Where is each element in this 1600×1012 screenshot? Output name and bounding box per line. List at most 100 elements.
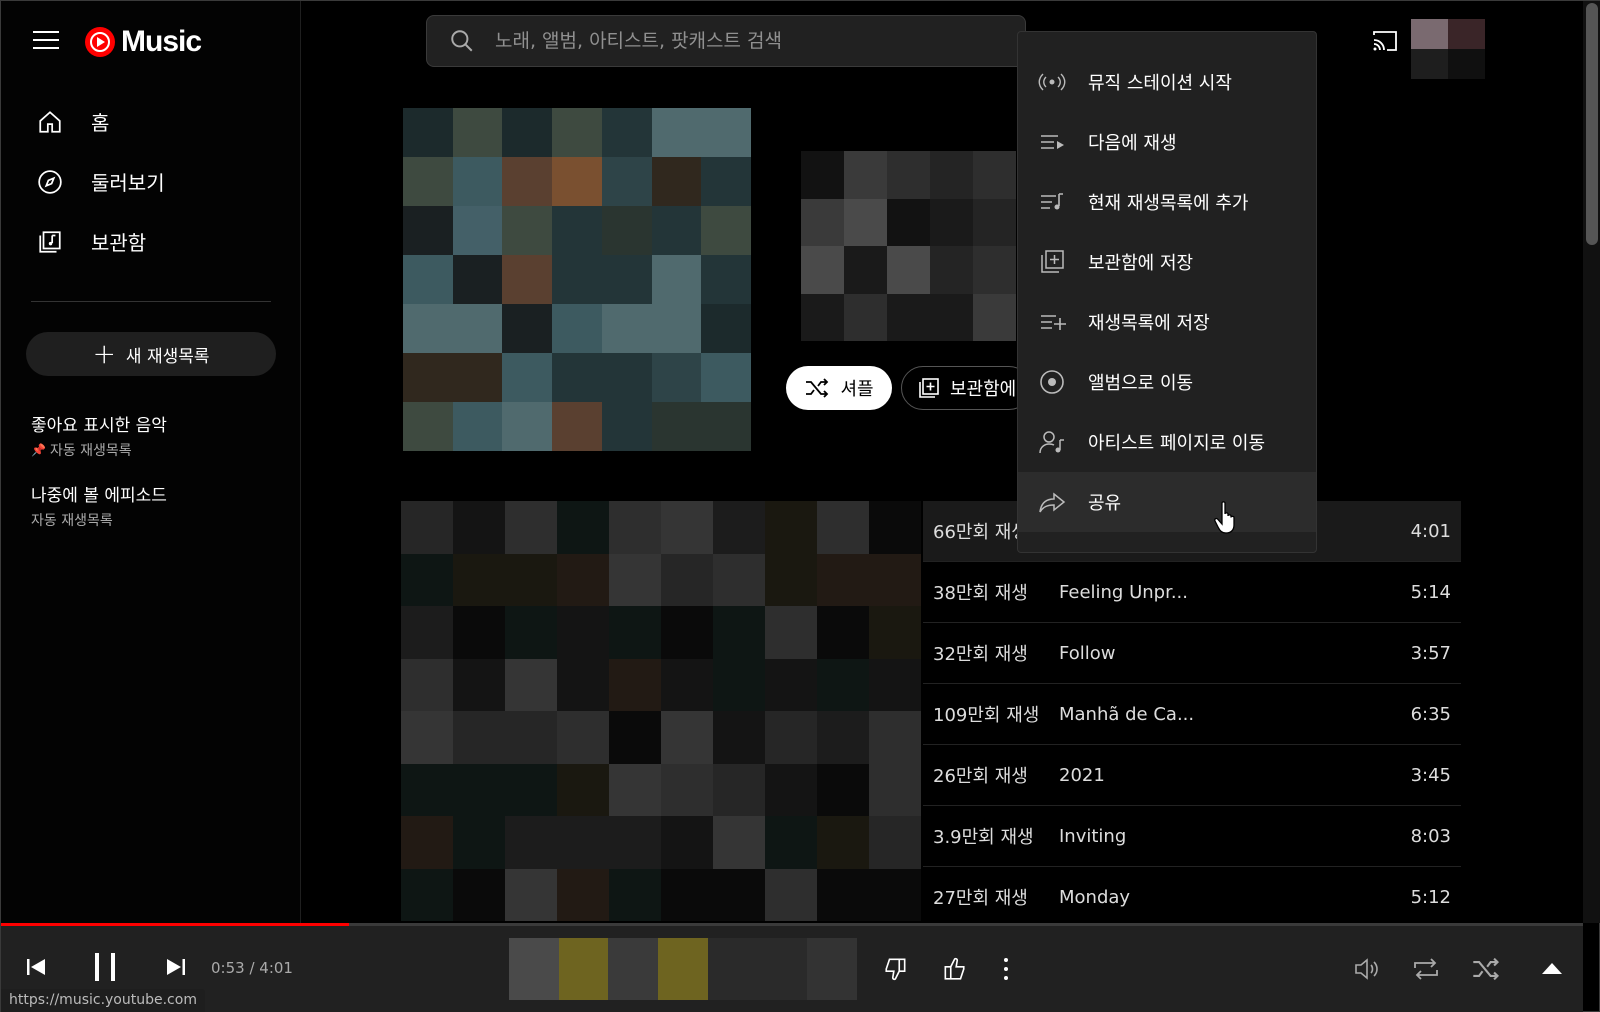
menu-item-add-to-queue[interactable]: 현재 재생목록에 추가	[1018, 172, 1316, 232]
library-add-icon	[919, 378, 939, 398]
progress-fill	[1, 923, 350, 926]
previous-track-icon[interactable]	[25, 957, 47, 977]
menu-item-label: 뮤직 스테이션 시작	[1088, 73, 1232, 94]
sidebar-item-label: 보관함	[91, 231, 147, 255]
menu-item-playlist-add[interactable]: 재생목록에 저장	[1018, 292, 1316, 352]
playlist-subtitle: 자동 재생목록	[49, 443, 132, 459]
track-row[interactable]: 26만회 재생 2021 3:45	[923, 745, 1461, 806]
volume-icon[interactable]	[1353, 956, 1381, 982]
app-window: Music 홈 둘러보기 보관함 + 새 재생목록 좋아요 표시한 음악 📌 자동…	[0, 0, 1600, 1012]
plus-icon: +	[92, 337, 116, 370]
thumbs-up-icon[interactable]	[941, 956, 967, 982]
add-to-queue-icon	[1041, 193, 1063, 210]
save-label: 보관함에	[950, 379, 1017, 400]
play-next-icon	[1041, 135, 1064, 149]
playlist-subtitle: 자동 재생목록	[31, 513, 113, 529]
compass-icon	[38, 169, 62, 194]
track-plays: 27만회 재생	[933, 888, 1028, 909]
track-plays: 109만회 재생	[933, 705, 1040, 726]
album-header-blurred	[801, 151, 1016, 341]
shuffle-icon	[806, 378, 829, 398]
library-add-icon	[1041, 250, 1064, 273]
menu-item-label: 공유	[1088, 493, 1122, 514]
track-row[interactable]: 3.9만회 재생 Inviting 8:03	[923, 806, 1461, 867]
track-title[interactable]: 2021	[1059, 765, 1401, 786]
hamburger-menu-icon[interactable]	[33, 31, 59, 51]
pin-icon: 📌	[31, 443, 46, 457]
status-url: https://music.youtube.com	[1, 989, 205, 1012]
avatar[interactable]	[1411, 19, 1485, 79]
sidebar-item-home[interactable]: 홈	[37, 107, 109, 136]
playlist-title: 좋아요 표시한 음악	[31, 416, 167, 436]
menu-item-artist[interactable]: 아티스트 페이지로 이동	[1018, 412, 1316, 472]
track-duration: 5:12	[1410, 886, 1451, 908]
menu-item-play-next[interactable]: 다음에 재생	[1018, 112, 1316, 172]
search-input[interactable]	[495, 30, 975, 52]
progress-bar[interactable]	[1, 923, 1583, 926]
thumbs-down-icon[interactable]	[883, 956, 909, 982]
playlist-title: 나중에 볼 에피소드	[31, 486, 167, 506]
track-duration: 6:35	[1410, 703, 1451, 725]
music-logo-icon	[85, 27, 115, 57]
artist-icon	[1039, 431, 1064, 454]
playlist-liked-music[interactable]: 좋아요 표시한 음악 📌 자동 재생목록	[31, 411, 167, 460]
sidebar-item-explore[interactable]: 둘러보기	[37, 167, 165, 196]
shuffle-label: 셔플	[840, 379, 874, 400]
save-to-library-button[interactable]: 보관함에	[901, 366, 1031, 410]
more-options-icon[interactable]	[1001, 956, 1011, 982]
track-plays: 32만회 재생	[933, 644, 1028, 665]
menu-item-album[interactable]: 앨범으로 이동	[1018, 352, 1316, 412]
new-playlist-label: 새 재생목록	[125, 346, 210, 367]
sidebar-item-label: 홈	[91, 111, 110, 135]
track-duration: 3:57	[1410, 642, 1451, 664]
expand-player-icon[interactable]	[1541, 961, 1563, 975]
album-icon	[1040, 370, 1064, 394]
album-art	[403, 108, 751, 451]
menu-item-label: 다음에 재생	[1088, 133, 1177, 154]
menu-item-label: 앨범으로 이동	[1088, 373, 1194, 394]
repeat-icon[interactable]	[1411, 956, 1441, 982]
sidebar-item-library[interactable]: 보관함	[37, 227, 146, 256]
sidebar-divider	[31, 301, 271, 302]
track-row[interactable]: 32만회 재생 Follow 3:57	[923, 623, 1461, 684]
hand-cursor-icon	[1214, 501, 1235, 534]
track-title[interactable]: Monday	[1059, 887, 1401, 908]
scroll-thumb[interactable]	[1586, 3, 1598, 245]
track-row[interactable]: 109만회 재생 Manhã de Ca... 6:35	[923, 684, 1461, 745]
sidebar: Music 홈 둘러보기 보관함 + 새 재생목록 좋아요 표시한 음악 📌 자동…	[1, 1, 301, 923]
track-plays: 38만회 재생	[933, 583, 1028, 604]
playlist-episodes-for-later[interactable]: 나중에 볼 에피소드 자동 재생목록	[31, 481, 167, 530]
pause-icon[interactable]	[91, 951, 119, 983]
search-bar[interactable]	[426, 15, 1026, 67]
sidebar-item-label: 둘러보기	[91, 171, 165, 195]
cast-icon[interactable]	[1371, 29, 1399, 53]
track-row[interactable]: 38만회 재생 Feeling Unpr... 5:14	[923, 562, 1461, 623]
track-title[interactable]: Feeling Unpr...	[1059, 582, 1401, 603]
menu-item-library-add[interactable]: 보관함에 저장	[1018, 232, 1316, 292]
app-title: Music	[121, 25, 202, 58]
track-title[interactable]: Inviting	[1059, 826, 1401, 847]
scrollbar[interactable]	[1583, 1, 1600, 923]
playlist-add-icon	[1041, 315, 1066, 330]
next-track-icon[interactable]	[165, 957, 187, 977]
new-playlist-button[interactable]: + 새 재생목록	[26, 332, 276, 376]
share-icon	[1039, 492, 1066, 513]
shuffle-button[interactable]: 셔플	[786, 366, 892, 410]
now-playing-thumbnail[interactable]	[509, 938, 857, 1000]
track-title[interactable]: Follow	[1059, 643, 1401, 664]
menu-item-label: 보관함에 저장	[1088, 253, 1194, 274]
menu-item-label: 아티스트 페이지로 이동	[1088, 433, 1266, 454]
menu-item-radio[interactable]: 뮤직 스테이션 시작	[1018, 52, 1316, 112]
shuffle-icon[interactable]	[1471, 956, 1501, 982]
track-row[interactable]: 27만회 재생 Monday 5:12	[923, 867, 1461, 928]
app-logo[interactable]: Music	[85, 25, 202, 59]
menu-item-share[interactable]: 공유	[1018, 472, 1316, 532]
home-icon	[39, 110, 61, 133]
track-plays: 26만회 재생	[933, 766, 1028, 787]
menu-item-label: 현재 재생목록에 추가	[1088, 193, 1249, 214]
search-icon	[451, 30, 473, 52]
track-duration: 8:03	[1410, 825, 1451, 847]
menu-item-label: 재생목록에 저장	[1088, 313, 1210, 334]
radio-icon	[1038, 73, 1066, 91]
track-title[interactable]: Manhã de Ca...	[1059, 704, 1401, 725]
